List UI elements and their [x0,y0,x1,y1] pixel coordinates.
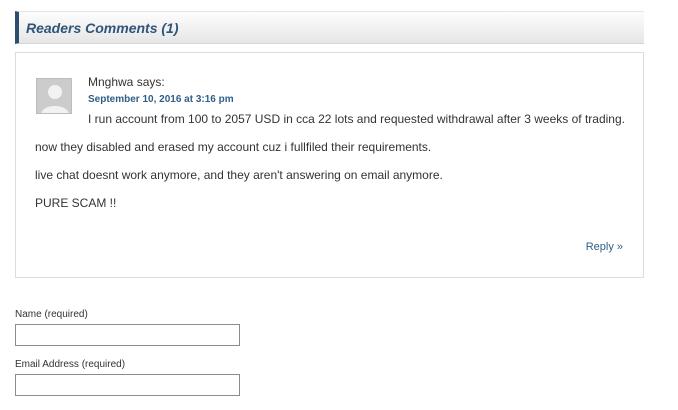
email-field[interactable] [15,374,240,396]
name-field-label: Name (required) [15,309,88,320]
comments-section-header: Readers Comments (1) [15,11,644,44]
user-avatar-icon [37,79,71,113]
name-field[interactable] [15,324,240,346]
comment-paragraph: live chat doesnt work anymore, and they … [35,168,443,182]
avatar [36,78,72,114]
comments-section-title: Readers Comments (1) [26,20,179,36]
comment-author: Mnghwa [88,75,134,89]
comment-says: says: [136,75,165,89]
comment-paragraph: PURE SCAM !! [35,196,117,210]
reply-link[interactable]: Reply » [586,241,623,253]
comment-paragraph: now they disabled and erased my account … [35,140,432,154]
comment-paragraph: I run account from 100 to 2057 USD in cc… [88,112,625,126]
comment: Mnghwa says: September 10, 2016 at 3:16 … [15,52,644,278]
comment-date-link[interactable]: September 10, 2016 at 3:16 pm [88,94,234,105]
email-field-label: Email Address (required) [15,359,126,370]
comment-body: I run account from 100 to 2057 USD in cc… [35,110,625,222]
comment-author-line: Mnghwa says: [88,75,165,89]
